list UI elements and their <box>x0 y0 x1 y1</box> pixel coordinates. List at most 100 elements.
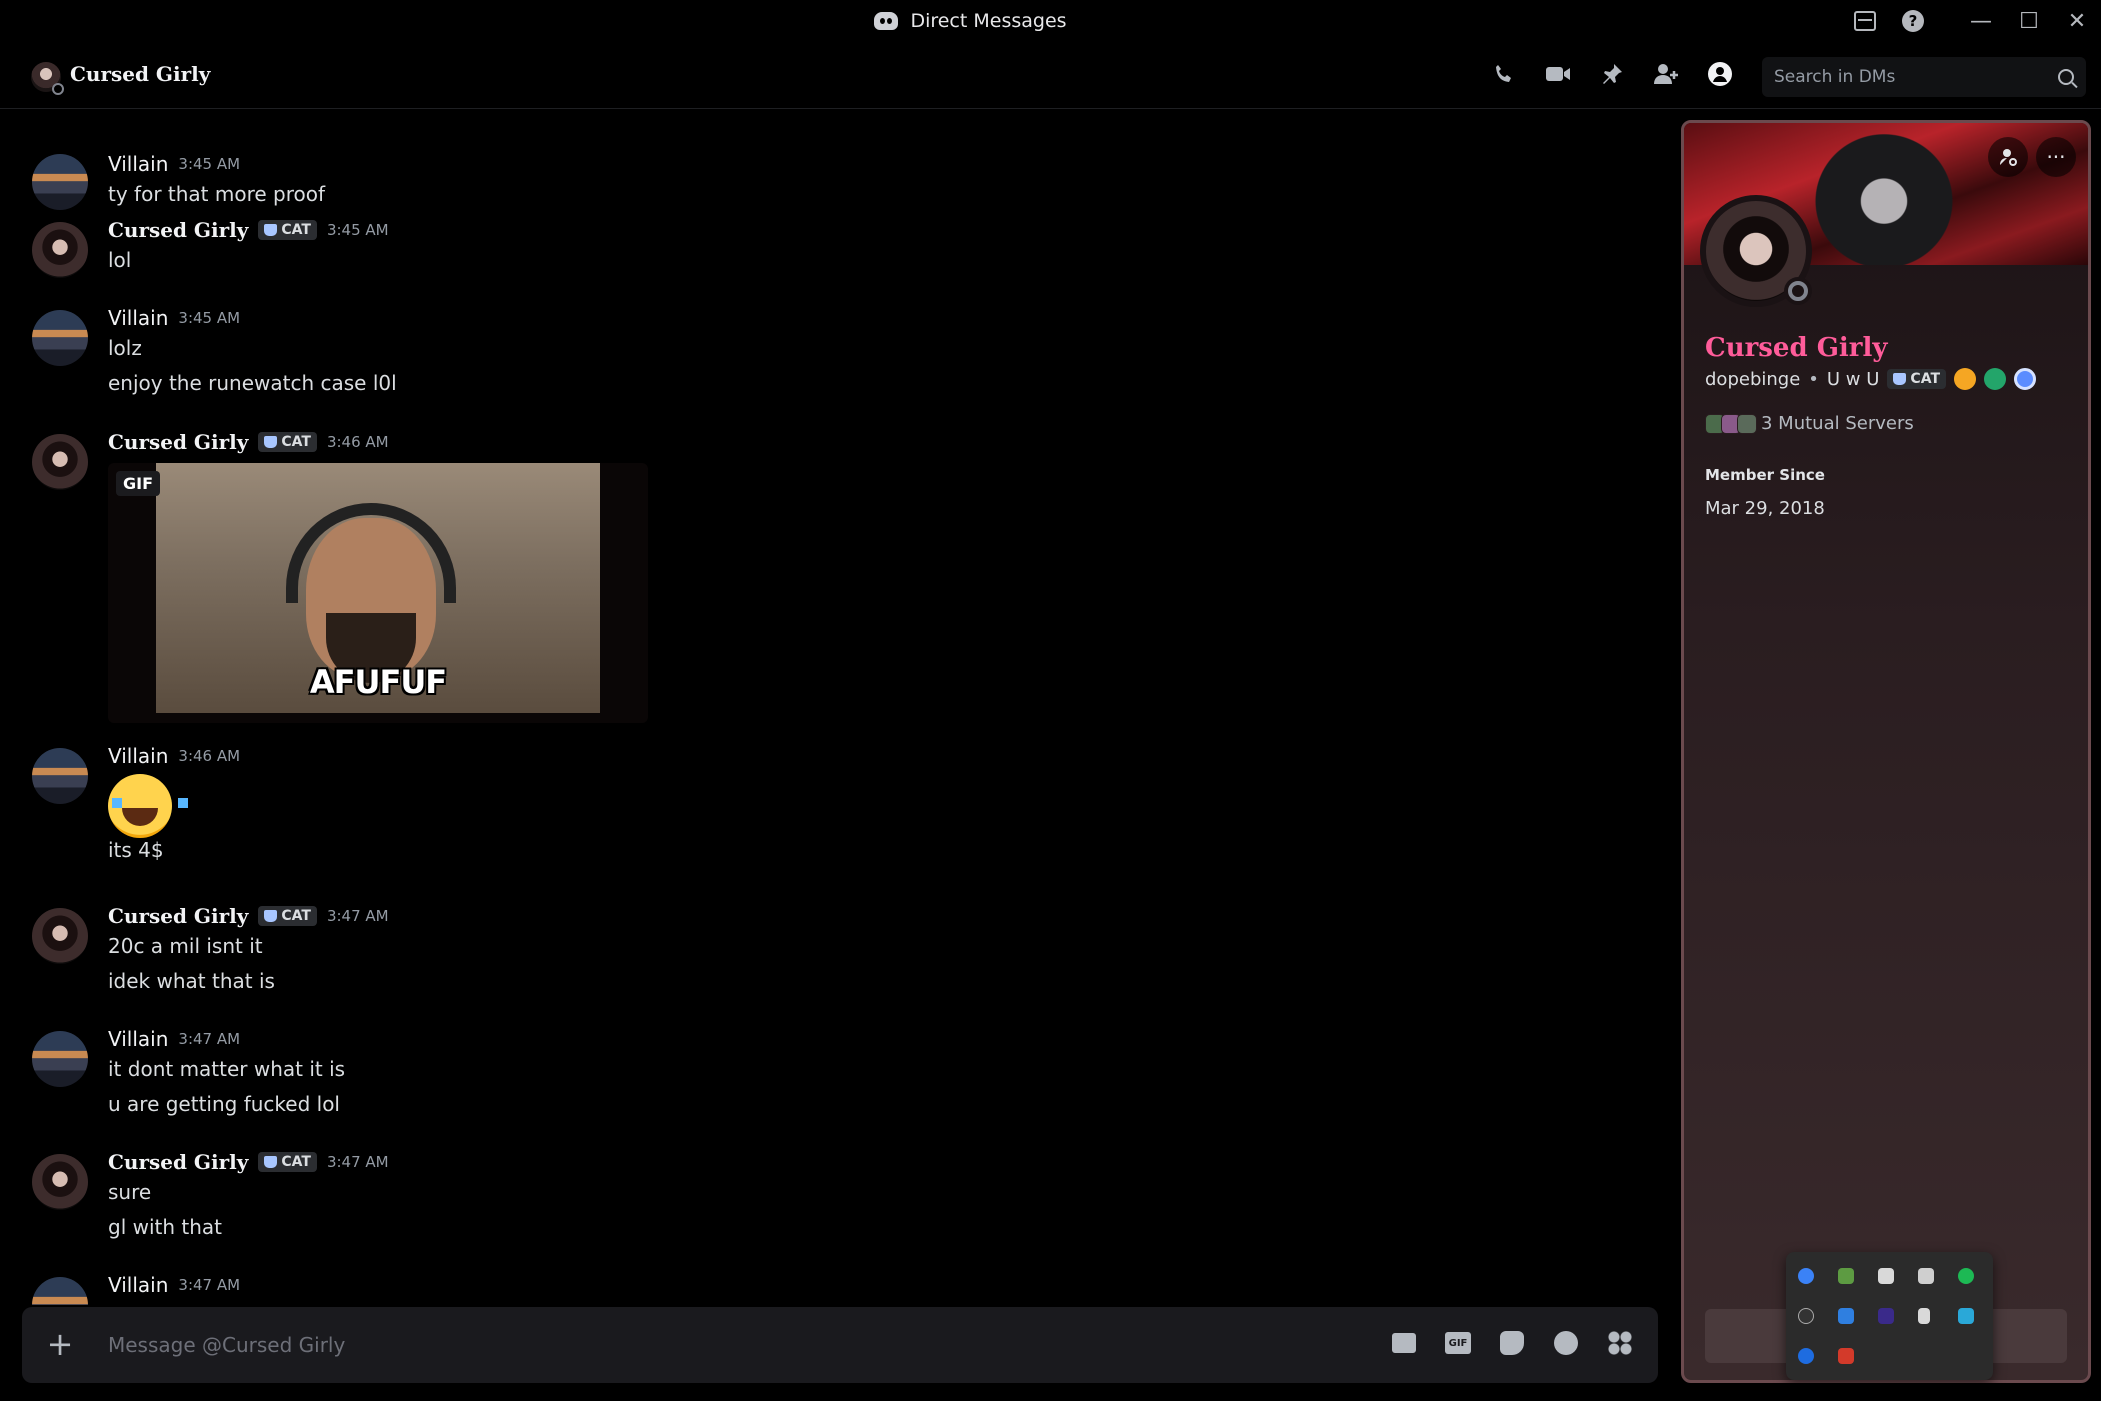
clan-tag[interactable]: CAT <box>258 1152 317 1172</box>
message-header: Cursed Girly CAT 3:47 AM <box>108 904 389 928</box>
header-username[interactable]: Cursed Girly <box>70 62 210 86</box>
header-avatar[interactable] <box>31 62 64 95</box>
avatar[interactable] <box>32 310 88 366</box>
message-input[interactable] <box>108 1325 1308 1365</box>
profile-display-name: Cursed Girly <box>1705 333 1888 363</box>
joy-emoji-icon[interactable] <box>108 774 188 838</box>
app-tray-icon[interactable] <box>1838 1348 1854 1364</box>
nvidia-tray-icon[interactable] <box>1838 1268 1854 1284</box>
channel-header: Cursed Girly <box>0 42 2101 109</box>
gif-embed[interactable]: AFUFUF GIF <box>108 463 648 723</box>
edge-tray-icon[interactable] <box>1958 1308 1974 1324</box>
timestamp: 3:45 AM <box>178 309 241 327</box>
author-name[interactable]: Villain <box>108 306 168 330</box>
phone-call-icon[interactable] <box>1490 60 1518 88</box>
avatar[interactable] <box>32 1031 88 1087</box>
avatar[interactable] <box>32 748 88 804</box>
message-header: Cursed Girly CAT 3:46 AM <box>108 430 389 454</box>
mutual-server-icons <box>1705 413 1757 434</box>
maximize-button[interactable]: ☐ <box>2005 0 2053 42</box>
video-call-icon[interactable] <box>1544 60 1572 88</box>
avatar[interactable] <box>32 222 88 278</box>
author-name[interactable]: Villain <box>108 744 168 768</box>
user-profile-panel: ··· Cursed Girly dopebinge • U w U CAT 3… <box>1681 120 2091 1383</box>
profile-username[interactable]: dopebinge <box>1705 369 1800 390</box>
message-header: Villain 3:47 AM <box>108 1273 240 1297</box>
hashtag-badge-icon[interactable] <box>1984 368 2006 390</box>
tag-label: CAT <box>281 222 311 238</box>
clan-tag[interactable]: CAT <box>1887 369 1946 389</box>
avatar[interactable] <box>32 908 88 964</box>
inbox-button[interactable] <box>1841 0 1889 42</box>
avatar[interactable] <box>32 434 88 490</box>
message-header: Villain 3:45 AM <box>108 152 240 176</box>
title-bar: Direct Messages ? — ☐ ✕ <box>0 0 2101 42</box>
pin-icon[interactable] <box>1598 60 1626 88</box>
nitro-badge-icon[interactable] <box>2014 368 2036 390</box>
tag-label: CAT <box>281 908 311 924</box>
message-text: idek what that is <box>108 969 275 993</box>
separator-dot: • <box>1808 368 1819 390</box>
help-button[interactable]: ? <box>1889 0 1937 42</box>
gif-icon: GIF <box>1445 1332 1471 1354</box>
steam-tray-icon[interactable] <box>1798 1308 1814 1324</box>
minimize-button[interactable]: — <box>1957 0 2005 42</box>
clan-tag[interactable]: CAT <box>258 220 317 240</box>
mutual-servers[interactable]: 3 Mutual Servers <box>1705 413 1914 434</box>
author-name[interactable]: Cursed Girly <box>108 904 248 928</box>
attach-plus-button[interactable]: + <box>44 1328 76 1361</box>
avatar[interactable] <box>32 1154 88 1210</box>
message-text: ty for that more proof <box>108 182 326 206</box>
inbox-icon <box>1854 11 1876 31</box>
author-name[interactable]: Villain <box>108 152 168 176</box>
shield-tray-icon[interactable] <box>1918 1268 1934 1284</box>
avatar[interactable] <box>32 154 88 210</box>
gif-button[interactable]: GIF <box>1444 1329 1472 1357</box>
system-tray-overflow <box>1786 1252 1993 1380</box>
author-name[interactable]: Villain <box>108 1273 168 1297</box>
avatar[interactable] <box>32 1277 88 1305</box>
spotify-tray-icon[interactable] <box>1958 1268 1974 1284</box>
gift-icon <box>1392 1333 1416 1353</box>
clan-tag[interactable]: CAT <box>258 906 317 926</box>
message-composer: + GIF <box>22 1307 1658 1383</box>
user-profile-icon[interactable] <box>1706 60 1734 88</box>
discord-tray-icon[interactable] <box>1878 1268 1894 1284</box>
quest-badge-icon[interactable] <box>1954 368 1976 390</box>
gift-button[interactable] <box>1390 1329 1418 1357</box>
clan-tag[interactable]: CAT <box>258 432 317 452</box>
add-friend-icon[interactable] <box>1652 60 1680 88</box>
apps-button[interactable] <box>1606 1329 1634 1357</box>
message-text: lolz <box>108 336 142 360</box>
status-indicator <box>1784 277 1812 305</box>
gif-image: AFUFUF <box>156 463 600 713</box>
window-controls: ? — ☐ ✕ <box>1841 0 2101 42</box>
message-header: Villain 3:46 AM <box>108 744 240 768</box>
usb-tray-icon[interactable] <box>1918 1308 1930 1324</box>
tray-app-icon[interactable] <box>1798 1268 1814 1284</box>
bluetooth-tray-icon[interactable] <box>1798 1348 1814 1364</box>
more-options-button[interactable]: ··· <box>2036 137 2076 177</box>
emoji-button[interactable] <box>1552 1329 1580 1357</box>
banner-art <box>1804 123 1964 265</box>
author-name[interactable]: Cursed Girly <box>108 430 248 454</box>
author-name[interactable]: Villain <box>108 1027 168 1051</box>
gif-badge: GIF <box>116 471 161 496</box>
search-box[interactable] <box>1762 57 2086 97</box>
mutual-servers-label: 3 Mutual Servers <box>1761 413 1914 434</box>
onenote-tray-icon[interactable] <box>1878 1308 1894 1324</box>
tag-label: CAT <box>281 1154 311 1170</box>
message-text: it dont matter what it is <box>108 1057 346 1081</box>
author-name[interactable]: Cursed Girly <box>108 218 248 242</box>
status-indicator <box>52 83 64 95</box>
message-header: Cursed Girly CAT 3:45 AM <box>108 218 389 242</box>
search-input[interactable] <box>1774 67 2058 87</box>
tag-label: CAT <box>281 434 311 450</box>
close-button[interactable]: ✕ <box>2053 0 2101 42</box>
add-note-button[interactable] <box>1988 137 2028 177</box>
sticker-button[interactable] <box>1498 1329 1526 1357</box>
outlook-tray-icon[interactable] <box>1838 1308 1854 1324</box>
message-list[interactable]: Villain 3:45 AM ty for that more proof C… <box>0 110 1680 1305</box>
timestamp: 3:46 AM <box>326 433 389 451</box>
author-name[interactable]: Cursed Girly <box>108 1150 248 1174</box>
